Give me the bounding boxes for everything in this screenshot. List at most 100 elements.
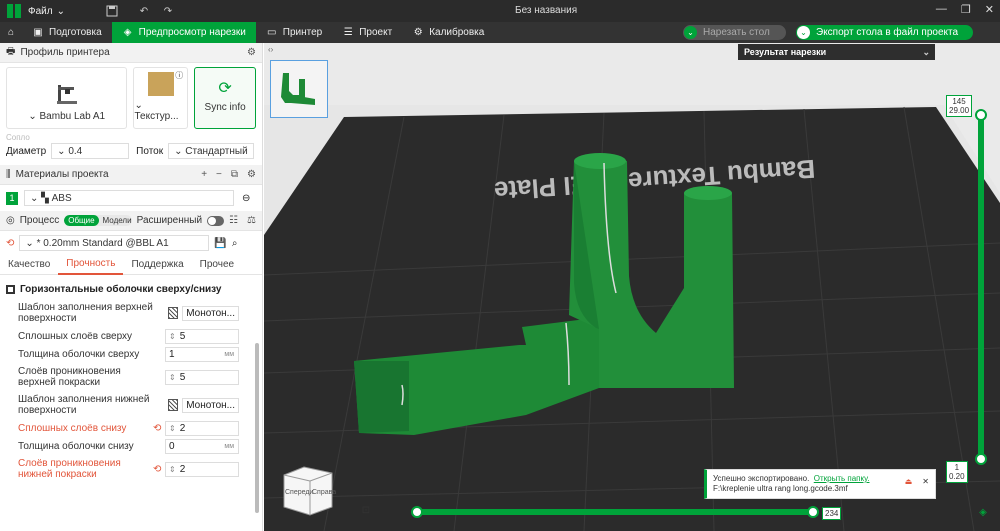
pattern-select[interactable]: Монотон... [165, 397, 239, 413]
add-icon[interactable]: + [201, 169, 207, 180]
maximize-icon[interactable]: ❐ [961, 3, 971, 16]
nozzle-sublabel: Сопло [6, 133, 30, 142]
sync-ams-icon[interactable]: ⧉ [231, 169, 238, 180]
search-icon[interactable]: ⌕ [232, 238, 238, 249]
title-bar: Файл ⌄ ↶ ↷ Без названия — ❐ ✕ [0, 0, 1000, 22]
mode-models[interactable]: Модели [99, 215, 132, 226]
dropdown-icon[interactable]: ⌄ [684, 26, 697, 39]
param-label: Сплошных слоёв сверху [18, 330, 133, 342]
printer-model-icon [56, 85, 77, 104]
eject-icon[interactable]: ⏏ [905, 477, 913, 487]
view-cube[interactable]: Спереди Справа [280, 461, 336, 517]
tab-calibration[interactable]: ⚙ Калибровка [402, 22, 494, 43]
redo-icon[interactable]: ↷ [161, 4, 175, 18]
param-input[interactable]: ⇕ 5 [165, 328, 239, 344]
layer-top-handle[interactable] [975, 109, 987, 121]
param-value: 5 [179, 330, 186, 342]
file-menu[interactable]: Файл ⌄ [28, 6, 65, 17]
fit-view-icon[interactable]: ⊡ [355, 499, 377, 521]
cube-front-label: Спереди [285, 489, 314, 496]
move-end-handle[interactable] [807, 506, 819, 518]
export-label: Экспорт стола в файл проекта [816, 27, 959, 38]
tab-printer[interactable]: ▭ Принтер [256, 22, 332, 43]
reset-icon[interactable]: ⟲ [153, 423, 165, 434]
compare-icon[interactable]: ⚖ [247, 215, 256, 226]
close-icon[interactable]: ✕ [922, 477, 929, 487]
diameter-select[interactable]: ⌄ 0.4 [51, 143, 130, 159]
spin-icon[interactable]: ⇕ [169, 465, 176, 474]
tab-label: Подготовка [49, 27, 102, 38]
tab-project[interactable]: ☰ Проект [332, 22, 402, 43]
move-value-label: 234 [822, 507, 842, 520]
window-controls: — ❐ ✕ [936, 3, 994, 16]
subtab-quality[interactable]: Качество [0, 255, 58, 275]
printer-card[interactable]: ⌄ Bambu Lab A1 [6, 67, 128, 129]
process-section-header: ◎ Процесс Общие Модели Расширенный ☷ ⚖ [0, 211, 262, 231]
param-input[interactable]: ⇕ 2 [165, 461, 239, 477]
3d-viewport[interactable]: Bambu Textured PEI Plate ‹› Результат на… [264, 43, 1000, 531]
app-logo-icon [7, 4, 21, 18]
settings-icon[interactable]: ⚙ [247, 169, 256, 180]
spin-icon[interactable]: ⇕ [169, 424, 176, 433]
layer-slider[interactable] [978, 113, 984, 459]
save-preset-icon[interactable]: 💾 [214, 238, 226, 249]
cube-right-label: Справа [312, 489, 337, 496]
open-folder-link[interactable]: Открыть папку. [814, 474, 870, 483]
material-row: 1 ⌄ ▚ ABS ⊖ [0, 185, 262, 211]
list-icon[interactable]: ☷ [229, 215, 238, 226]
dropdown-icon[interactable]: ⌄ [797, 26, 810, 39]
pattern-select[interactable]: Монотон... [165, 305, 239, 321]
param-row: Шаблон заполнения верхней поверхности Мон… [0, 299, 262, 327]
param-row: Толщина оболочки сверху 1 мм [0, 345, 262, 363]
advanced-toggle[interactable] [207, 215, 225, 226]
plate-card[interactable]: ⓘ ⌄ Текстур... [133, 67, 189, 129]
save-icon[interactable] [105, 4, 119, 18]
close-icon[interactable]: ✕ [985, 3, 994, 16]
subtab-support[interactable]: Поддержка [123, 255, 191, 275]
move-slider[interactable] [419, 509, 814, 515]
param-label: Слоёв проникновения нижней покраски [18, 458, 121, 480]
chevron-down-icon: ⌄ [28, 111, 40, 122]
info-icon[interactable]: ⓘ [175, 70, 183, 81]
filament-select[interactable]: ⌄ ▚ ABS [24, 190, 234, 206]
param-row: Слоёв проникновения нижней покраски ⟲ ⇕ 2 [0, 455, 262, 483]
export-plate-button[interactable]: ⌄ Экспорт стола в файл проекта [796, 25, 973, 40]
param-input[interactable]: ⇕ 2 [165, 420, 239, 436]
process-mode-switch[interactable]: Общие Модели [64, 215, 132, 226]
remove-icon[interactable]: − [216, 169, 222, 180]
spin-icon[interactable]: ⇕ [169, 373, 176, 382]
minimize-icon[interactable]: — [936, 3, 947, 16]
sync-info-button[interactable]: ⟳ Sync info [194, 67, 256, 129]
layers-icon: ◈ [123, 27, 132, 38]
slice-plate-button[interactable]: ⌄ Нарезать стол [683, 25, 786, 40]
flow-select[interactable]: ⌄ Стандартный [168, 143, 255, 159]
subtab-others[interactable]: Прочее [192, 255, 242, 275]
reset-icon[interactable]: ⟲ [153, 464, 165, 475]
undo-icon[interactable]: ↶ [137, 4, 151, 18]
slice-result-bar[interactable]: Результат нарезки ⌄ [738, 44, 935, 60]
layers-toggle-icon[interactable]: ◈ [972, 501, 994, 523]
param-input[interactable]: 1 мм [165, 346, 239, 362]
layer-bottom-number: 1 [954, 463, 960, 472]
filament-type-icon: ▚ [41, 192, 52, 204]
tab-prepare[interactable]: ▣ Подготовка [22, 22, 112, 43]
plate-thumbnail[interactable] [270, 60, 328, 118]
layer-bottom-handle[interactable] [975, 453, 987, 465]
chevron-down-icon: ⌄ [56, 5, 65, 17]
subtab-strength[interactable]: Прочность [58, 255, 124, 275]
collapse-icon[interactable]: ‹› [268, 45, 273, 54]
export-notification: Успешно экспортировано. Открыть папку. F… [704, 469, 936, 499]
remove-circle-icon[interactable]: ⊖ [242, 193, 250, 204]
home-icon[interactable]: ⌂ [0, 22, 22, 43]
param-input[interactable]: 0 мм [165, 438, 239, 454]
tab-preview[interactable]: ◈ Предпросмотр нарезки [111, 22, 256, 43]
scrollbar[interactable] [255, 343, 259, 513]
move-start-handle[interactable] [411, 506, 423, 518]
calibration-icon: ⚙ [413, 27, 423, 38]
mode-global[interactable]: Общие [64, 215, 99, 226]
reset-icon[interactable]: ⟲ [6, 238, 14, 249]
param-input[interactable]: ⇕ 5 [165, 369, 239, 385]
settings-icon[interactable]: ⚙ [247, 47, 256, 58]
preset-select[interactable]: ⌄ * 0.20mm Standard @BBL A1 [19, 235, 210, 251]
spin-icon[interactable]: ⇕ [169, 332, 176, 341]
